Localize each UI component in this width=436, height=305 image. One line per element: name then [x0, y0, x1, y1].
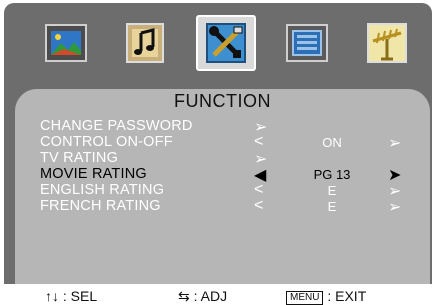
display-icon	[286, 24, 328, 62]
hint-exit: MENU : EXIT	[286, 288, 366, 305]
row-value: E	[327, 183, 337, 198]
row-control-on-off[interactable]: CONTROL ON-OFF < ON ➢	[40, 133, 401, 152]
row-value: PG 13	[313, 167, 351, 182]
row-label: FRENCH RATING	[40, 198, 161, 214]
row-change-password[interactable]: CHANGE PASSWORD ➢	[40, 118, 400, 136]
row-value: ON	[322, 135, 342, 150]
left-right-arrows-icon: ⇆	[178, 288, 190, 304]
right-arrow-icon[interactable]: ➢	[388, 197, 401, 217]
hint-adjust: ⇆ : ADJ	[178, 288, 227, 305]
row-movie-rating[interactable]: MOVIE RATING ◀ PG 13 ➤	[40, 166, 401, 184]
row-value: E	[327, 199, 337, 214]
tab-setup[interactable]	[285, 21, 329, 65]
row-label: ENGLISH RATING	[40, 182, 165, 198]
tools-icon	[206, 23, 246, 63]
picture-icon	[45, 24, 87, 62]
row-label: TV RATING	[40, 150, 119, 166]
row-french-rating[interactable]: FRENCH RATING < E ➢	[40, 197, 401, 217]
row-label: CHANGE PASSWORD	[40, 118, 193, 134]
menu-title: FUNCTION	[174, 91, 271, 111]
tv-osd-menu: FUNCTION CHANGE PASSWORD ➢ CONTROL ON-OF…	[4, 3, 432, 301]
row-english-rating[interactable]: ENGLISH RATING < E ➢	[40, 181, 401, 200]
tab-sound[interactable]	[123, 21, 167, 65]
left-arrow-icon[interactable]: <	[254, 197, 263, 215]
tab-picture[interactable]	[44, 21, 88, 65]
menu-key: MENU	[286, 291, 324, 305]
row-label: MOVIE RATING	[40, 166, 147, 182]
hint-select-label: : SEL	[62, 288, 98, 304]
antenna-icon	[367, 23, 407, 63]
menu-tab-bar	[4, 3, 432, 83]
tab-channel[interactable]	[365, 21, 409, 65]
row-tv-rating[interactable]: TV RATING ➢	[40, 150, 400, 168]
music-note-icon	[126, 23, 164, 63]
tab-function[interactable]	[196, 15, 256, 71]
hint-exit-label: : EXIT	[327, 288, 367, 304]
row-label: CONTROL ON-OFF	[40, 134, 173, 150]
up-down-arrows-icon: ↑↓	[45, 288, 59, 304]
function-panel: FUNCTION CHANGE PASSWORD ➢ CONTROL ON-OF…	[15, 89, 430, 287]
key-hint-bar: ↑↓ : SEL ⇆ : ADJ MENU : EXIT	[0, 284, 436, 305]
hint-adjust-label: : ADJ	[193, 288, 228, 304]
hint-select: ↑↓ : SEL	[45, 288, 97, 304]
